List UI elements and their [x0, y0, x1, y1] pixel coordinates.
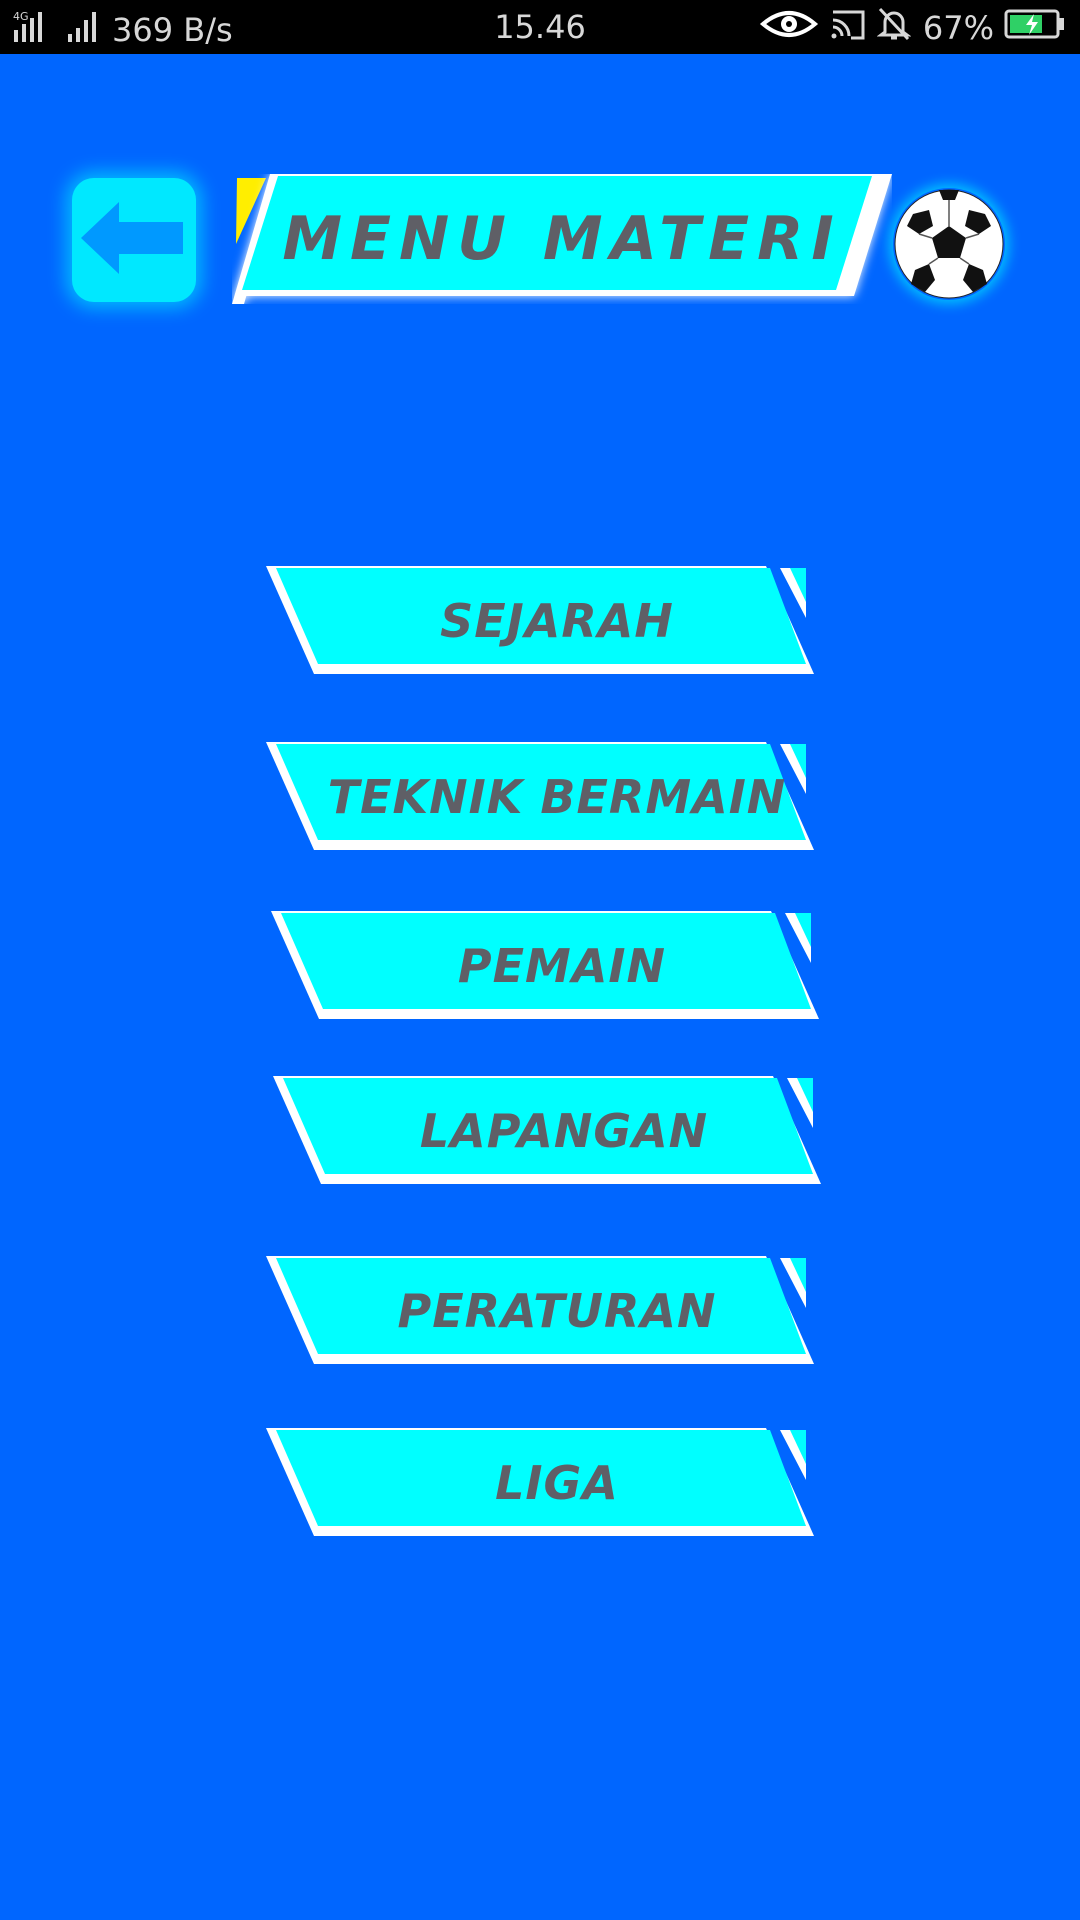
screen: 4G 369 B/s 15.46 67% MENU MATERI SEJARAH… [0, 0, 1080, 1920]
menu-label: LAPANGAN [419, 1104, 709, 1158]
menu-label: PERATURAN [397, 1284, 717, 1338]
eye-icon [759, 6, 819, 50]
soccer-ball-icon [893, 188, 1005, 300]
battery-percent: 67% [922, 9, 994, 47]
menu-button-liga[interactable]: LIGA [262, 1428, 822, 1538]
menu-button-lapangan[interactable]: LAPANGAN [269, 1076, 829, 1186]
status-right: 67% [759, 6, 1066, 50]
arrow-left-icon [79, 198, 189, 282]
cast-icon [829, 6, 867, 50]
menu-label: SEJARAH [440, 594, 674, 648]
menu-button-pemain[interactable]: PEMAIN [267, 911, 827, 1021]
bell-muted-icon [876, 6, 912, 50]
menu-button-teknik-bermain[interactable]: TEKNIK BERMAIN [262, 742, 822, 852]
page-title: MENU MATERI [282, 204, 842, 274]
battery-charging-icon [1004, 7, 1066, 49]
title-banner: MENU MATERI [232, 174, 892, 304]
menu-label: PEMAIN [457, 939, 667, 993]
menu-button-sejarah[interactable]: SEJARAH [262, 566, 822, 676]
menu-label: TEKNIK BERMAIN [327, 770, 787, 824]
status-bar: 4G 369 B/s 15.46 67% [0, 0, 1080, 54]
menu-button-peraturan[interactable]: PERATURAN [262, 1256, 822, 1366]
menu-label: LIGA [495, 1456, 619, 1510]
back-button[interactable] [72, 178, 196, 302]
